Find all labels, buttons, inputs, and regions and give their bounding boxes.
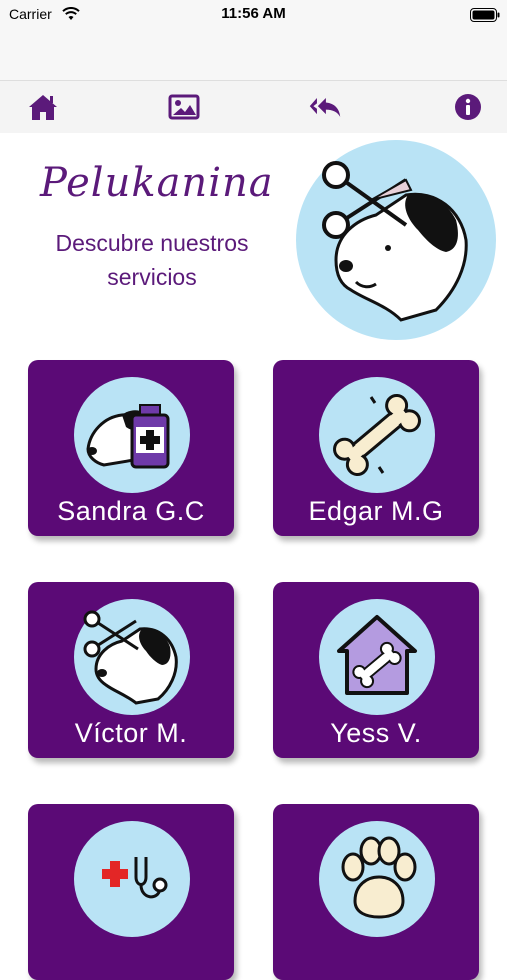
vet-stethoscope-icon — [74, 821, 190, 937]
reply-all-icon[interactable] — [308, 90, 342, 124]
paw-icon — [319, 821, 435, 937]
service-card[interactable] — [273, 804, 479, 980]
brand-logo-text: Pelukanina — [40, 160, 274, 206]
dog-house-icon — [319, 599, 435, 715]
gallery-icon[interactable] — [167, 90, 201, 124]
service-name: Víctor M. — [74, 718, 188, 748]
service-name: Yess V. — [330, 718, 422, 748]
service-card[interactable] — [28, 804, 234, 980]
page-subtitle: Descubre nuestros servicios — [55, 230, 249, 290]
toolbar — [0, 81, 507, 133]
status-bar: Carrier 11:56 AM — [0, 0, 507, 81]
hero-dog-grooming-icon — [296, 140, 496, 340]
service-card[interactable]: Yess V. — [273, 582, 479, 758]
service-card[interactable]: Edgar M.G — [273, 360, 479, 536]
dog-medicine-icon — [74, 377, 190, 493]
home-icon[interactable] — [26, 90, 60, 124]
clock: 11:56 AM — [221, 5, 286, 22]
service-name: Edgar M.G — [308, 496, 444, 526]
dog-grooming-scissors-icon — [74, 599, 190, 715]
service-card[interactable]: Sandra G.C — [28, 360, 234, 536]
battery-icon — [470, 7, 500, 26]
bone-icon — [319, 377, 435, 493]
info-icon[interactable] — [451, 90, 485, 124]
service-name: Sandra G.C — [57, 496, 205, 526]
service-card[interactable]: Víctor M. — [28, 582, 234, 758]
